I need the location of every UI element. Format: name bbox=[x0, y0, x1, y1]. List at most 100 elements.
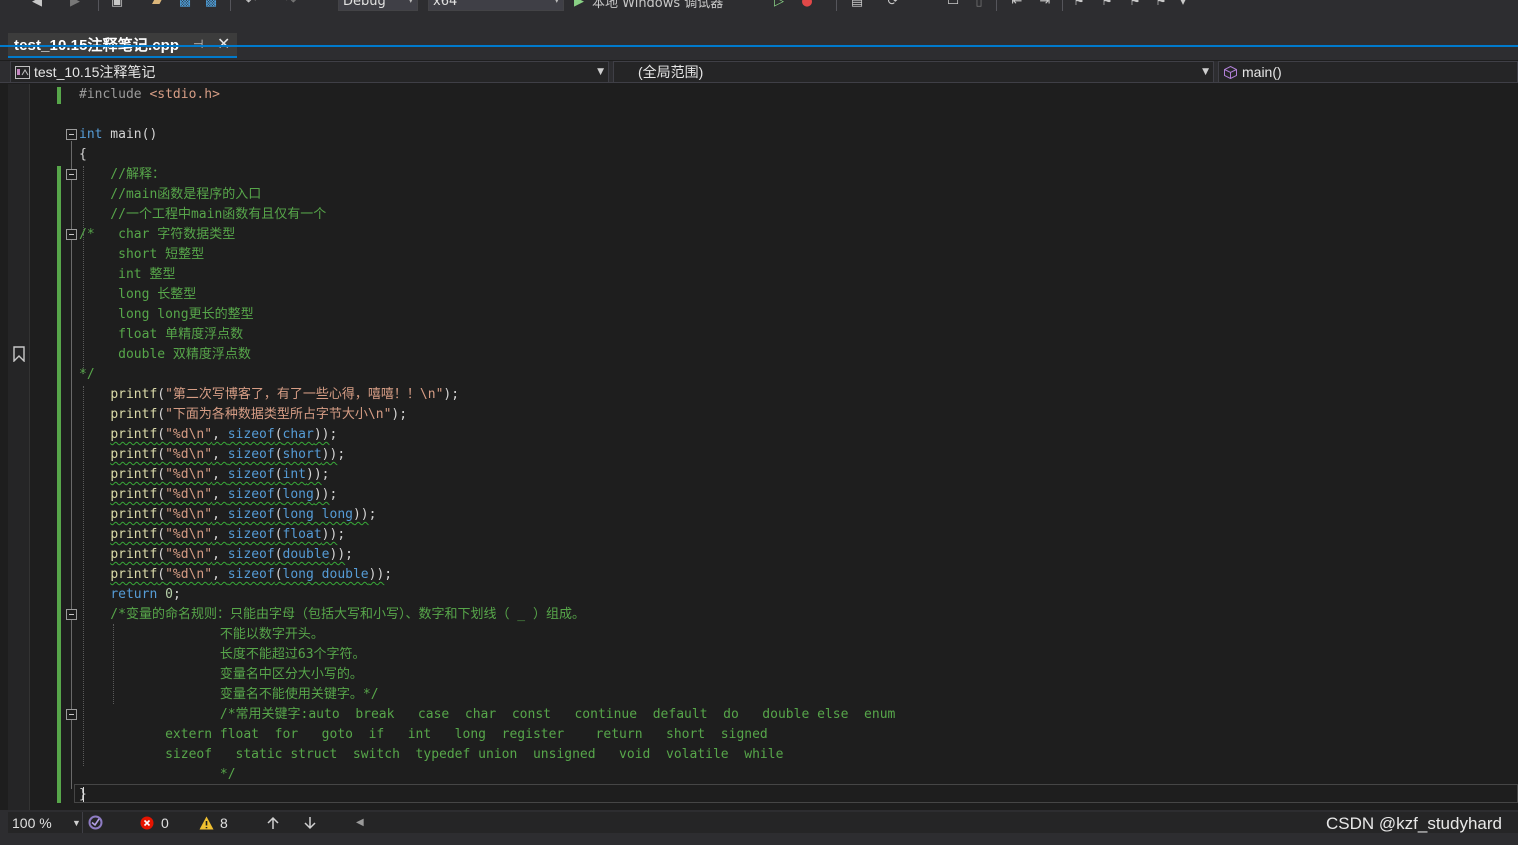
scope-select[interactable]: (全局范围) ▼ bbox=[613, 61, 1214, 83]
code-token: sizeof bbox=[227, 447, 275, 462]
toggle-bookmark-icon[interactable]: ⚑ bbox=[1070, 0, 1088, 11]
errors-indicator[interactable]: 0 bbox=[140, 812, 180, 833]
prev-bookmark-icon[interactable]: ⚑ bbox=[1098, 0, 1116, 11]
code-line[interactable]: printf("%d\n", sizeof(double)); bbox=[79, 545, 353, 565]
next-issue-button[interactable] bbox=[303, 812, 321, 833]
code-line[interactable]: printf("%d\n", sizeof(short)); bbox=[79, 445, 345, 465]
save-icon[interactable]: ▩ bbox=[176, 0, 194, 11]
code-line[interactable]: printf("%d\n", sizeof(long long)); bbox=[79, 505, 376, 525]
code-line[interactable]: long long更长的整型 bbox=[79, 305, 253, 325]
member-select[interactable]: main() bbox=[1218, 61, 1518, 83]
code-line[interactable]: short 短整型 bbox=[79, 245, 204, 265]
open-file-icon[interactable]: ▰ bbox=[148, 0, 166, 11]
undo-icon[interactable]: ↶ bbox=[242, 0, 260, 11]
code-line[interactable]: //一个工程中main函数有且仅有一个 bbox=[79, 205, 326, 225]
clear-bookmarks-icon[interactable]: ⚑ bbox=[1152, 0, 1170, 11]
start-debug-button[interactable]: ▶ 本地 Windows 调试器 bbox=[574, 0, 764, 11]
code-token: ( bbox=[274, 447, 283, 462]
pin-icon[interactable]: ⊣ bbox=[193, 37, 203, 51]
back-icon[interactable]: ◀ bbox=[28, 0, 46, 11]
scroll-left-icon[interactable]: ◀ bbox=[356, 812, 370, 833]
code-token: 不能以数字开头。 bbox=[79, 627, 324, 642]
code-line[interactable]: { bbox=[79, 145, 87, 165]
platform-select[interactable]: x64 ▾ bbox=[428, 0, 564, 11]
collapse-naming-comment-icon[interactable] bbox=[66, 609, 77, 620]
code-line[interactable]: */ bbox=[79, 765, 236, 785]
close-icon[interactable]: ✕ bbox=[217, 34, 230, 53]
code-token: main() bbox=[102, 127, 158, 142]
forward-icon[interactable]: ▶ bbox=[66, 0, 84, 11]
collapse-comment-icon[interactable] bbox=[66, 169, 77, 180]
code-token: long bbox=[282, 487, 314, 502]
start-without-debug-icon[interactable]: ▷ bbox=[770, 0, 788, 11]
code-token: , bbox=[212, 527, 228, 542]
new-item-icon[interactable]: ▣ bbox=[108, 0, 126, 11]
layout-icon[interactable]: ▯ bbox=[970, 0, 988, 11]
code-line[interactable]: //解释： bbox=[79, 165, 165, 185]
indent-icon[interactable]: ⇥ bbox=[1036, 0, 1054, 11]
code-line[interactable]: sizeof static struct switch typedef unio… bbox=[79, 745, 783, 765]
code-token: float bbox=[282, 527, 322, 542]
play-icon: ▶ bbox=[574, 0, 584, 9]
code-line[interactable]: printf("%d\n", sizeof(long)); bbox=[79, 485, 337, 505]
warnings-indicator[interactable]: 8 bbox=[199, 812, 239, 833]
outdent-icon[interactable]: ⇤ bbox=[1008, 0, 1026, 11]
code-token: /*变量的命名规则：只能由字母（包括大写和小写）、数字和下划线（ _ ）组成。 bbox=[79, 607, 585, 622]
zoom-select[interactable]: 100 % ▼ bbox=[8, 812, 83, 833]
code-line[interactable]: printf("第二次写博客了，有了一些心得，嘻嘻！！\n"); bbox=[79, 385, 459, 405]
indicator-margin[interactable] bbox=[8, 84, 30, 810]
code-line[interactable]: return 0; bbox=[79, 585, 181, 605]
editor-status-row: 100 % ▼ 0 8 ◀ bbox=[8, 812, 1518, 833]
code-line[interactable]: /*变量的命名规则：只能由字母（包括大写和小写）、数字和下划线（ _ ）组成。 bbox=[79, 605, 585, 625]
code-line[interactable]: 长度不能超过63个字符。 bbox=[79, 645, 366, 665]
code-line[interactable]: double 双精度浮点数 bbox=[79, 345, 251, 365]
code-line[interactable]: */ bbox=[79, 365, 95, 385]
code-token: ( bbox=[274, 507, 283, 522]
code-line[interactable]: /* char 字符数据类型 bbox=[79, 225, 235, 245]
code-editor[interactable]: #include <stdio.h> int main() { //解释： //ma… bbox=[8, 84, 1518, 810]
code-token: 变量名中区分大小写的。 bbox=[79, 667, 363, 682]
code-line[interactable]: //main函数是程序的入口 bbox=[79, 185, 261, 205]
code-token: */ bbox=[79, 367, 95, 382]
intellicode-icon[interactable] bbox=[88, 812, 108, 833]
code-token: ; bbox=[172, 587, 181, 602]
toolbar-overflow-icon[interactable]: ▾ bbox=[1176, 0, 1190, 11]
code-line[interactable]: long 长整型 bbox=[79, 285, 196, 305]
code-line[interactable]: printf("%d\n", sizeof(float)); bbox=[79, 525, 345, 545]
code-line[interactable]: printf("下面为各种数据类型所占字节大小\n"); bbox=[79, 405, 407, 425]
save-all-icon[interactable]: ▩ bbox=[202, 0, 220, 11]
code-token: ; bbox=[321, 467, 330, 482]
code-line[interactable]: 变量名中区分大小写的。 bbox=[79, 665, 363, 685]
code-token: , bbox=[212, 467, 228, 482]
collapse-keyword-comment-icon[interactable] bbox=[66, 709, 77, 720]
browse-icon[interactable]: ▤ bbox=[848, 0, 866, 11]
collapse-main-icon[interactable] bbox=[66, 129, 77, 140]
configuration-select[interactable]: Debug ▾ bbox=[338, 0, 418, 11]
collapse-block-comment-icon[interactable] bbox=[66, 229, 77, 240]
code-line[interactable]: int 整型 bbox=[79, 265, 175, 285]
code-line[interactable]: #include <stdio.h> bbox=[79, 85, 220, 105]
code-line[interactable]: printf("%d\n", sizeof(char)); bbox=[79, 425, 337, 445]
code-line[interactable]: 不能以数字开头。 bbox=[79, 625, 324, 645]
code-line[interactable]: float 单精度浮点数 bbox=[79, 325, 243, 345]
code-line[interactable]: 变量名不能使用关键字。*/ bbox=[79, 685, 379, 705]
code-token: sizeof bbox=[227, 547, 275, 562]
code-token: "%d\n" bbox=[165, 547, 213, 562]
code-token: sizeof bbox=[227, 467, 275, 482]
next-bookmark-icon[interactable]: ⚑ bbox=[1126, 0, 1144, 11]
toolbox-icon[interactable]: ▭ bbox=[944, 0, 962, 11]
bookmark-icon[interactable] bbox=[12, 346, 26, 362]
code-line[interactable]: extern float for goto if int long regist… bbox=[79, 725, 768, 745]
previous-issue-button[interactable] bbox=[266, 812, 284, 833]
code-line[interactable]: printf("%d\n", sizeof(int)); bbox=[79, 465, 330, 485]
code-line[interactable]: printf("%d\n", sizeof(long double)); bbox=[79, 565, 392, 585]
stop-icon[interactable]: ● bbox=[798, 0, 816, 11]
code-line[interactable]: int main() bbox=[79, 125, 157, 145]
code-token: ( bbox=[157, 407, 166, 422]
redo-icon[interactable]: ↷ bbox=[282, 0, 300, 11]
code-line[interactable]: /*常用关键字:auto break case char const conti… bbox=[79, 705, 896, 725]
project-select[interactable]: test_10.15注释笔记 ▼ bbox=[10, 61, 609, 83]
code-token: ( bbox=[274, 567, 283, 582]
hot-reload-icon[interactable]: ⟳ bbox=[884, 0, 902, 11]
